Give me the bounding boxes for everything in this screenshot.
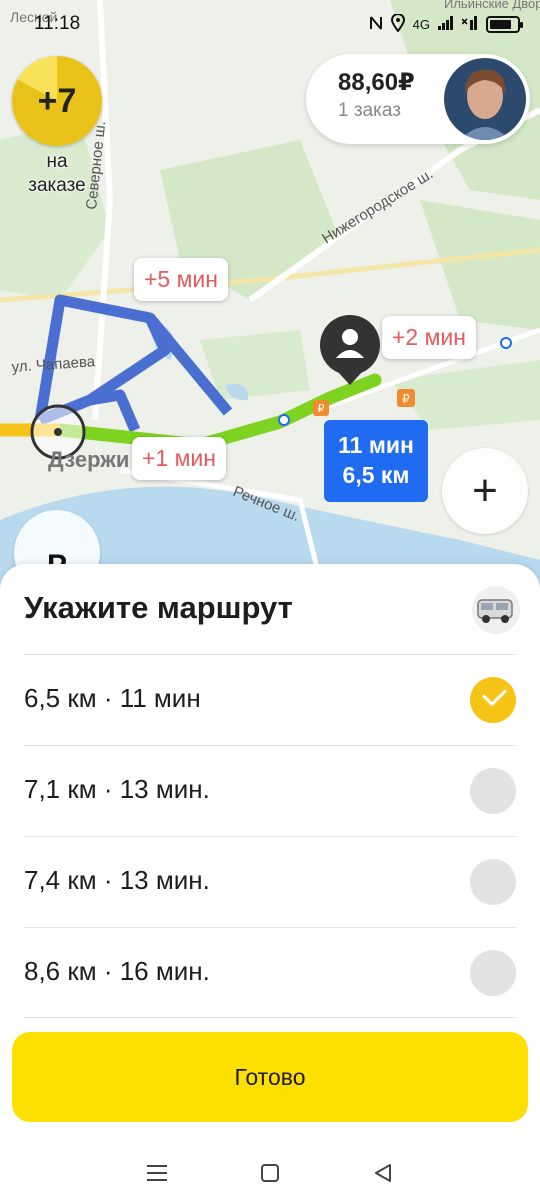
status-bar: 11:18 4G: [0, 0, 540, 48]
route-option-label: 8,6 км · 16 мин.: [24, 956, 210, 986]
radio-checked-icon[interactable]: [470, 677, 516, 723]
home-square-icon[interactable]: [255, 1158, 285, 1188]
map-view[interactable]: ₽ ₽ Северное ш. Нижегородское ш. ул. Чап…: [0, 0, 540, 600]
map-label-street2: Нижегородское ш.: [319, 165, 436, 247]
orders-count: 1 заказ: [338, 100, 401, 121]
plus-icon: +: [472, 466, 498, 515]
system-nav-bar: [0, 1146, 540, 1200]
route-list: 6,5 км · 11 мин 7,1 км · 13 мин. 7,4 км · …: [0, 654, 540, 1018]
eta-time: 11 мин: [338, 432, 414, 458]
van-icon[interactable]: [472, 586, 520, 634]
map-label-city: Дзержи: [48, 447, 129, 472]
location-icon: [390, 12, 405, 35]
battery-icon: [486, 15, 523, 33]
signal-icon: [438, 15, 454, 33]
earnings-pill[interactable]: 88,60₽ 1 заказ: [306, 54, 530, 144]
eta-badge: 11 мин 6,5 км: [324, 420, 428, 502]
status-icons: 4G: [369, 12, 523, 35]
back-triangle-icon[interactable]: [368, 1158, 398, 1188]
nfc-icon: [369, 15, 383, 34]
route-callout-3[interactable]: +1 мин: [132, 437, 226, 480]
radio-unchecked-icon[interactable]: [470, 768, 516, 814]
bonus-caption: на заказе: [12, 150, 102, 198]
status-time: 11:18: [34, 13, 81, 34]
route-option[interactable]: 8,6 км · 16 мин.: [24, 927, 516, 1018]
route-option-label: 6,5 км · 11 мин: [24, 683, 201, 713]
svg-text:₽: ₽: [402, 392, 410, 406]
radio-unchecked-icon[interactable]: [470, 859, 516, 905]
eta-distance: 6,5 км: [342, 462, 410, 488]
earnings-amount: 88,60₽: [338, 69, 415, 96]
svg-text:₽: ₽: [318, 403, 325, 415]
route-option[interactable]: 7,4 км · 13 мин.: [24, 836, 516, 927]
sheet-title: Укажите маршрут: [24, 590, 293, 625]
done-button[interactable]: Готово: [12, 1032, 528, 1122]
route-callout-1[interactable]: +5 мин: [134, 258, 228, 301]
map-label-street3: ул. Чапаева: [11, 353, 96, 376]
bonus-caption-line1: на: [46, 151, 68, 172]
signal2-icon: [461, 15, 478, 33]
avatar[interactable]: [444, 58, 526, 140]
route-sheet: Укажите маршрут 6,5 км · 11 мин 7,1 км · …: [0, 564, 540, 1146]
radio-unchecked-icon[interactable]: [470, 950, 516, 996]
bonus-value: +7: [37, 81, 77, 120]
zoom-in-button[interactable]: +: [442, 448, 528, 534]
bonus-caption-line2: заказе: [28, 175, 86, 196]
route-option[interactable]: 7,1 км · 13 мин.: [24, 745, 516, 836]
route-option-label: 7,4 км · 13 мин.: [24, 865, 210, 895]
route-option[interactable]: 6,5 км · 11 мин: [24, 654, 516, 745]
bonus-badge[interactable]: +7: [12, 56, 102, 146]
network-label: 4G: [412, 16, 430, 32]
route-callout-2[interactable]: +2 мин: [382, 316, 476, 359]
route-option-label: 7,1 км · 13 мин.: [24, 774, 210, 804]
menu-icon[interactable]: [142, 1158, 172, 1188]
